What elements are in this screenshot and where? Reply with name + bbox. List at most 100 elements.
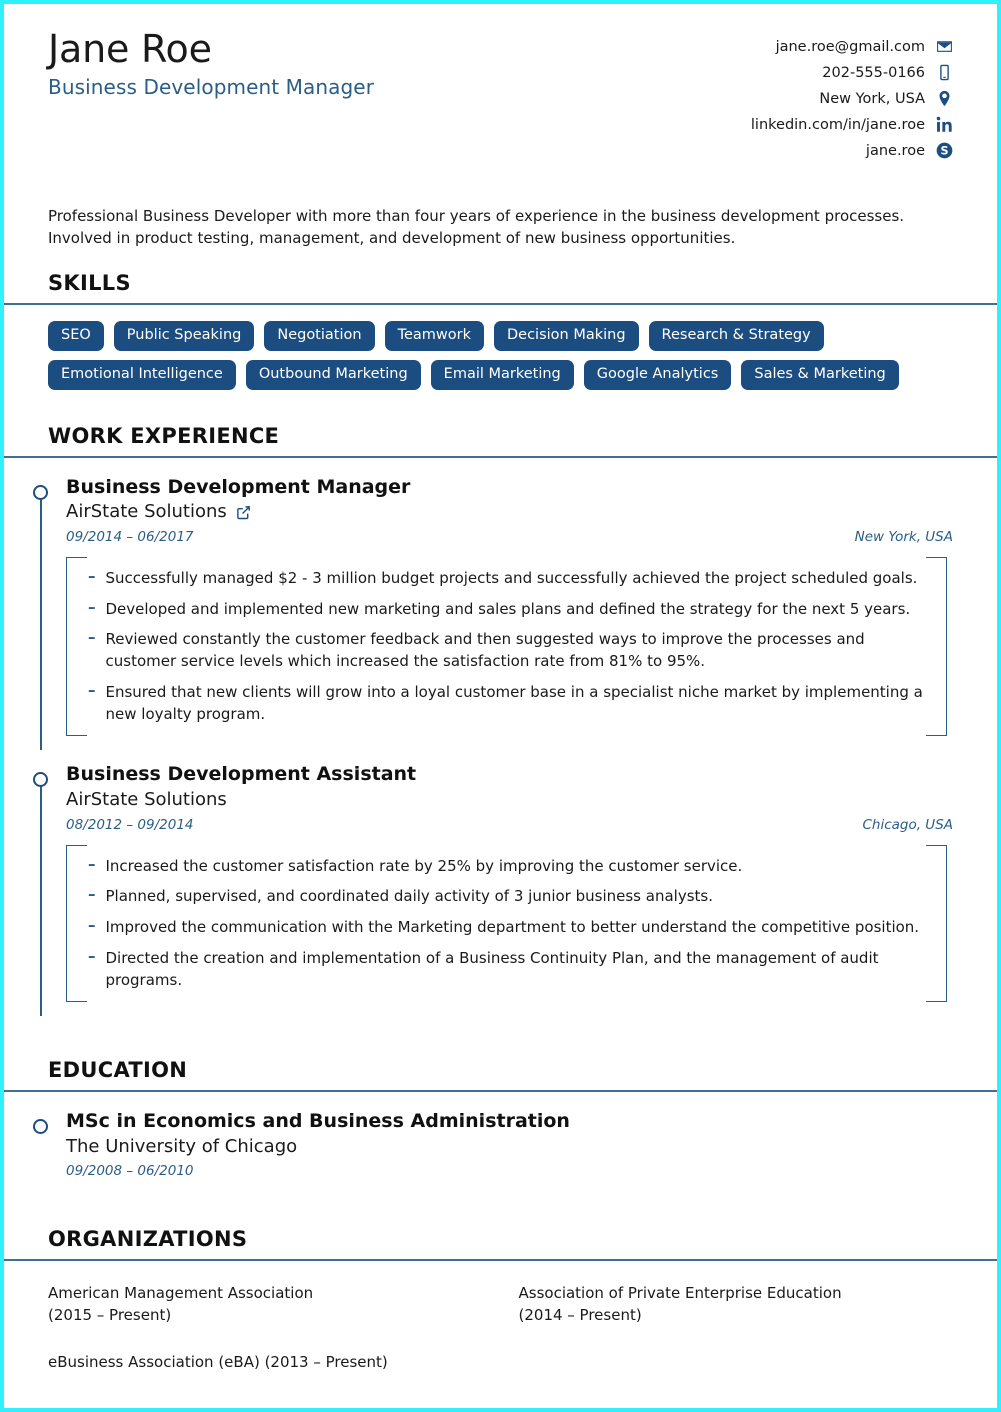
skill-tag[interactable]: Emotional Intelligence <box>48 360 236 390</box>
education-school: The University of Chicago <box>66 1136 298 1157</box>
skill-tag[interactable]: Public Speaking <box>113 321 255 352</box>
bullet-text: Increased the customer satisfaction rate… <box>105 856 743 875</box>
skill-tag[interactable]: Sales & Marketing <box>741 360 899 390</box>
organizations-grid: American Management Association (2015 – … <box>48 1283 953 1373</box>
timeline-dot-icon <box>33 1119 48 1135</box>
skills-row-2: Emotional Intelligence Outbound Marketin… <box>48 360 953 390</box>
work-divider <box>4 455 997 458</box>
work-entry-company: AirState Solutions <box>66 789 227 811</box>
contact-location-text: New York, USA <box>819 90 925 107</box>
skill-tag[interactable]: Teamwork <box>384 321 484 352</box>
bullet-text: Successfully managed $2 - 3 million budg… <box>105 568 918 587</box>
work-entry-company-row: AirState Solutions <box>66 500 953 523</box>
work-entry-dates: 09/2014 – 06/2017 <box>66 528 194 545</box>
bullet-item: – Increased the customer satisfaction ra… <box>88 854 929 878</box>
resume-page-inner: Jane Roe Business Development Manager ja… <box>3 3 998 1409</box>
organizations-section-title: ORGANIZATIONS <box>48 1227 248 1252</box>
contact-item-email[interactable]: jane.roe@gmail.com <box>776 38 953 55</box>
bullet-dash-icon: – <box>88 597 96 616</box>
education-degree: MSc in Economics and Business Administra… <box>66 1110 570 1133</box>
work-entry-location: New York, USA <box>854 528 953 545</box>
skills-section-title: SKILLS <box>48 271 131 296</box>
organization-item: eBusiness Association (eBA) (2013 – Pres… <box>48 1352 388 1371</box>
skill-tag[interactable]: SEO <box>48 321 104 352</box>
professional-summary: Professional Business Developer with mor… <box>48 207 905 248</box>
organizations-section: ORGANIZATIONS American Management Associ… <box>4 1227 997 1373</box>
bullet-item: – Planned, supervised, and coordinated d… <box>88 886 929 908</box>
bullet-dash-icon: – <box>88 946 96 965</box>
skills-section: SKILLS SEO Public Speaking Negotiation T… <box>4 271 997 390</box>
work-experience-section: WORK EXPERIENCE Business Development Man… <box>4 423 997 1017</box>
bullet-text: Planned, supervised, and coordinated dai… <box>105 887 713 906</box>
work-entry-meta: 08/2012 – 09/2014 Chicago, USA <box>66 817 953 833</box>
work-section-title: WORK EXPERIENCE <box>48 423 280 448</box>
work-entry: Business Development Manager AirState So… <box>4 475 997 751</box>
resume-header: Jane Roe Business Development Manager ja… <box>4 4 997 159</box>
timeline-line <box>39 493 42 751</box>
contact-item-skype[interactable]: jane.roe S <box>866 142 953 159</box>
contact-skype-text: jane.roe <box>865 142 925 159</box>
external-link-icon[interactable] <box>236 505 251 520</box>
skill-tag[interactable]: Google Analytics <box>583 360 732 390</box>
education-section: EDUCATION MSc in Economics and Business … <box>4 1058 997 1179</box>
contact-email-text: jane.roe@gmail.com <box>775 38 925 55</box>
education-meta: 09/2008 – 06/2010 <box>66 1163 953 1179</box>
work-entry-bullets: – Successfully managed $2 - 3 million bu… <box>66 556 947 737</box>
work-entry-title: Business Development Assistant <box>66 763 417 786</box>
bullet-dash-icon: – <box>88 680 96 699</box>
bullet-text: Directed the creation and implementation… <box>105 948 879 989</box>
bullet-text: Ensured that new clients will grow into … <box>105 682 923 723</box>
education-dates: 09/2008 – 06/2010 <box>66 1163 194 1180</box>
work-entry-dates: 08/2012 – 09/2014 <box>66 816 194 833</box>
phone-icon <box>936 64 953 81</box>
candidate-name: Jane Roe <box>48 27 212 71</box>
work-entry-location: Chicago, USA <box>862 816 953 833</box>
timeline-dot-icon <box>33 772 48 788</box>
contact-item-location: New York, USA <box>819 90 953 107</box>
bullet-item: – Improved the communication with the Ma… <box>88 917 929 939</box>
bullet-item: – Ensured that new clients will grow int… <box>88 682 929 726</box>
location-pin-icon <box>936 90 953 107</box>
education-entry: MSc in Economics and Business Administra… <box>4 1110 997 1179</box>
bullet-dash-icon: – <box>88 566 96 585</box>
bullet-item: – Developed and implemented new marketin… <box>88 597 929 621</box>
bullet-dash-icon: – <box>88 854 96 873</box>
skills-tag-container: SEO Public Speaking Negotiation Teamwork… <box>4 305 997 390</box>
contact-linkedin-text: linkedin.com/in/jane.roe <box>750 116 925 133</box>
candidate-job-title: Business Development Manager <box>48 74 375 99</box>
skills-row-1: SEO Public Speaking Negotiation Teamwork… <box>48 321 953 352</box>
education-section-title: EDUCATION <box>48 1058 188 1083</box>
skill-tag[interactable]: Outbound Marketing <box>245 360 421 390</box>
bullet-dash-icon: – <box>88 916 96 934</box>
skill-tag[interactable]: Decision Making <box>493 321 639 352</box>
skype-icon: S <box>936 142 953 159</box>
linkedin-icon <box>936 116 953 133</box>
education-divider <box>4 1090 997 1093</box>
skill-tag[interactable]: Negotiation <box>264 321 375 352</box>
identity-block: Jane Roe Business Development Manager <box>48 28 374 99</box>
organization-item: American Management Association (2015 – … <box>48 1284 314 1324</box>
bullet-dash-icon: – <box>88 628 96 647</box>
contact-item-linkedin[interactable]: linkedin.com/in/jane.roe <box>751 116 953 133</box>
bullet-text: Improved the communication with the Mark… <box>105 918 920 936</box>
bullet-text: Reviewed constantly the customer feedbac… <box>105 630 865 671</box>
resume-page: Jane Roe Business Development Manager ja… <box>0 0 1001 1412</box>
contact-item-phone[interactable]: 202-555-0166 <box>822 64 953 81</box>
work-entry-company: AirState Solutions <box>66 501 227 523</box>
contact-list: jane.roe@gmail.com 202-555-0166 New York… <box>751 38 953 159</box>
work-entry-title: Business Development Manager <box>66 475 411 498</box>
work-entry-company-row: AirState Solutions <box>66 788 953 811</box>
bullet-item: – Successfully managed $2 - 3 million bu… <box>88 568 929 590</box>
skill-tag[interactable]: Email Marketing <box>430 360 574 390</box>
work-entry-bullets: – Increased the customer satisfaction ra… <box>66 844 947 1003</box>
bullet-dash-icon: – <box>88 885 96 904</box>
contact-phone-text: 202-555-0166 <box>822 64 925 81</box>
bullet-item: – Reviewed constantly the customer feedb… <box>88 629 929 673</box>
bullet-text: Developed and implemented new marketing … <box>105 599 911 618</box>
skill-tag[interactable]: Research & Strategy <box>648 321 824 352</box>
timeline-dot-icon <box>33 484 48 500</box>
work-entry: Business Development Assistant AirState … <box>4 763 997 1017</box>
organization-item: Association of Private Enterprise Educat… <box>518 1284 842 1324</box>
email-icon <box>936 38 953 55</box>
bullet-item: – Directed the creation and implementati… <box>88 948 929 992</box>
